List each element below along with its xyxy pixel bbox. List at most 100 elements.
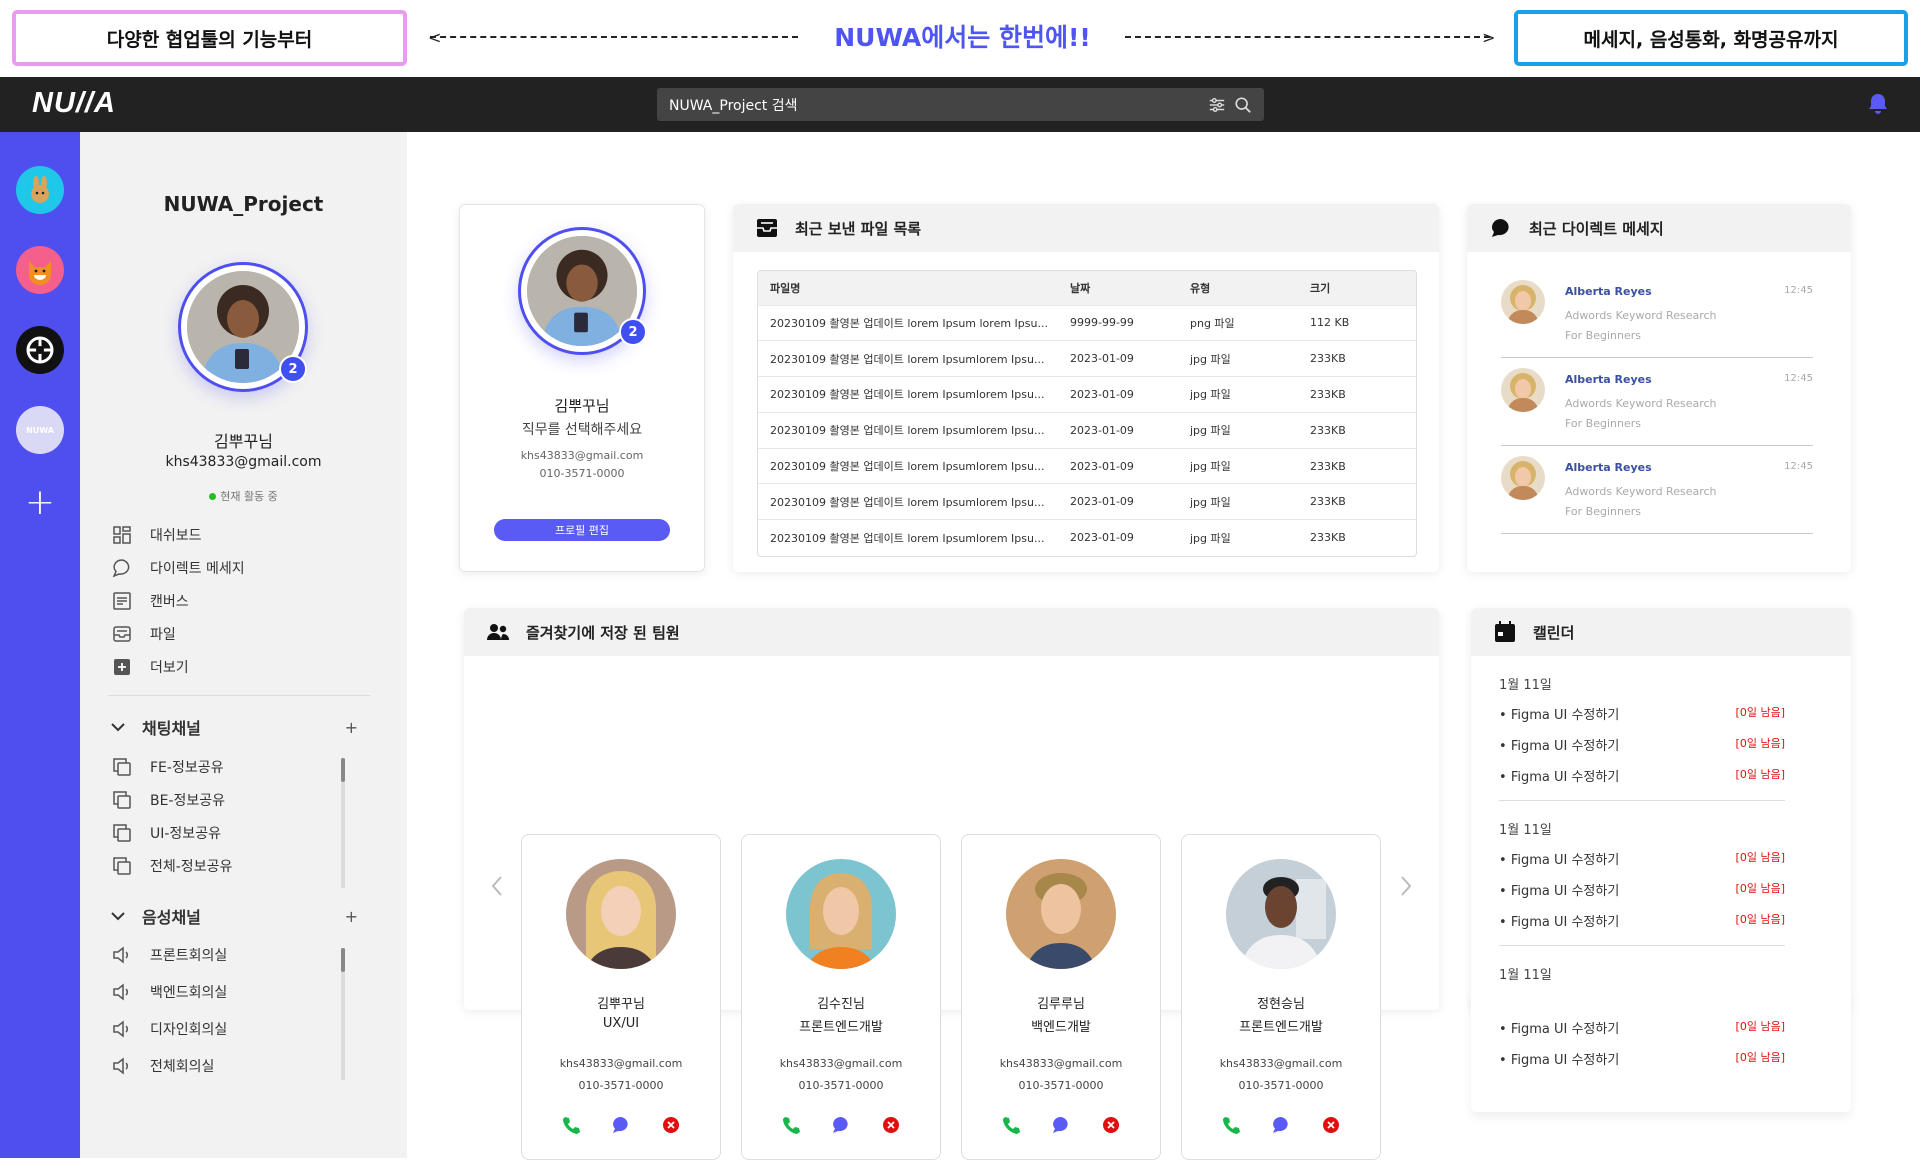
member-name: 김수진님 [817,997,865,1012]
voice-channel-item[interactable]: 백엔드회의실 [112,982,227,1002]
menu-file[interactable]: 파일 [112,624,176,644]
scroll-thumb[interactable] [341,758,345,782]
file-size: 112 KB [1298,304,1416,341]
remove-icon[interactable] [1101,1115,1121,1135]
promo-banner: 다양한 협업툴의 기능부터 < NUWA에서는 한번에!! > 메세지, 음성통… [0,0,1920,77]
scroll-thumb[interactable] [341,948,345,972]
column-header[interactable]: 크기 [1298,271,1416,305]
workspace-dark[interactable] [16,326,64,374]
workspace-shiba[interactable] [16,246,64,294]
app-logo[interactable]: NU//A [32,87,116,120]
workspace-nuwa[interactable]: NUWA [16,406,64,454]
chevron-left-icon[interactable] [490,874,504,898]
divider [108,695,370,696]
bell-icon[interactable] [1866,92,1890,116]
member-portrait [1226,859,1336,969]
phone-icon[interactable] [561,1115,581,1135]
calendar-task[interactable]: • Figma UI 수정하기 [0일 남음] [1499,849,1785,868]
copy-icon [113,857,131,875]
member-card[interactable]: 김뿌꾸님 UX/UI khs43833@gmail.com 010-3571-0… [521,834,721,1160]
column-header[interactable]: 파일명 [758,271,1058,305]
sidebar: NUWA_Project 2 김뿌꾸님 khs43833@gmail.com 현… [80,132,407,1158]
table-row[interactable]: 20230109 촬영본 업데이트 lorem Ipsumlorem Ipsu.… [758,483,1416,520]
channel-label: 백엔드회의실 [150,985,228,1001]
message-icon[interactable] [1051,1115,1071,1135]
calendar-task[interactable]: • Figma UI 수정하기 [0일 남음] [1499,766,1785,785]
member-card[interactable]: 김루루님 백엔드개발 khs43833@gmail.com 010-3571-0… [961,834,1161,1160]
table-row[interactable]: 20230109 촬영본 업데이트 lorem Ipsumlorem Ipsu.… [758,447,1416,484]
edit-profile-button[interactable]: 프로필 편집 [494,519,670,541]
phone-icon[interactable] [781,1115,801,1135]
column-header[interactable]: 날짜 [1058,271,1178,305]
menu-dashboard[interactable]: 대쉬보드 [112,525,202,545]
calendar-task[interactable]: • Figma UI 수정하기 [0일 남음] [1499,1018,1785,1037]
menu-canvas[interactable]: 캔버스 [112,591,189,611]
add-chat-channel-button[interactable]: + [345,718,358,737]
menu-more[interactable]: 더보기 [112,657,189,677]
workspace-bunny[interactable] [16,166,64,214]
message-icon[interactable] [1271,1115,1291,1135]
avatar-ring[interactable]: 2 [518,227,647,355]
table-row[interactable]: 20230109 촬영본 업데이트 lorem Ipsumlorem Ipsu.… [758,411,1416,449]
remove-icon[interactable] [1321,1115,1341,1135]
message-time: 12:45 [1784,285,1813,296]
avatar-ring[interactable]: 2 [178,262,308,392]
message-icon[interactable] [611,1115,631,1135]
table-row[interactable]: 20230109 촬영본 업데이트 lorem Ipsumlorem Ipsu.… [758,340,1416,377]
table-row[interactable]: 20230109 촬영본 업데이트 lorem Ipsum lorem Ipsu… [758,304,1416,341]
plus-square-icon [114,659,130,675]
phone-icon[interactable] [1221,1115,1241,1135]
calendar-task[interactable]: • Figma UI 수정하기 [0일 남음] [1499,704,1785,723]
remove-icon[interactable] [661,1115,681,1135]
channel-item[interactable]: BE-정보공유 [112,790,225,810]
table-row[interactable]: 20230109 촬영본 업데이트 lorem Ipsumlorem Ipsu.… [758,519,1416,556]
calendar-task[interactable]: • Figma UI 수정하기 [0일 남음] [1499,735,1785,754]
dm-item[interactable]: Alberta Reyes 12:45 Adwords Keyword Rese… [1501,270,1813,358]
calendar-task[interactable]: • Figma UI 수정하기 [0일 남음] [1499,911,1785,930]
search-input[interactable]: NUWA_Project 검색 [657,88,1264,121]
channel-item[interactable]: UI-정보공유 [112,823,221,843]
task-label: • Figma UI 수정하기 [1499,708,1620,723]
chevron-right-icon[interactable] [1399,874,1413,898]
member-name: 김뿌꾸님 [597,997,645,1012]
channel-label: 전체-정보공유 [150,859,233,875]
channel-item[interactable]: FE-정보공유 [112,757,223,777]
filter-icon[interactable] [1208,96,1226,114]
add-voice-channel-button[interactable]: + [345,907,358,926]
dm-item[interactable]: Alberta Reyes 12:45 Adwords Keyword Rese… [1501,358,1813,446]
chat-scrollbar[interactable] [341,758,345,888]
file-name: 20230109 촬영본 업데이트 lorem Ipsumlorem Ipsu.… [758,411,1058,449]
user-name: 김뿌꾸님 [214,432,273,451]
remove-icon[interactable] [881,1115,901,1135]
calendar-task[interactable]: • Figma UI 수정하기 [0일 남음] [1499,880,1785,899]
column-header[interactable]: 유형 [1178,271,1298,305]
member-card[interactable]: 김수진님 프론트엔드개발 khs43833@gmail.com 010-3571… [741,834,941,1160]
file-type: jpg 파일 [1178,447,1298,484]
voice-scrollbar[interactable] [341,948,345,1080]
voice-channel-item[interactable]: 디자인회의실 [112,1019,227,1039]
days-left: [0일 남음] [1735,737,1785,750]
days-left: [0일 남음] [1735,913,1785,926]
message-icon[interactable] [831,1115,851,1135]
table-row[interactable]: 20230109 촬영본 업데이트 lorem Ipsumlorem Ipsu.… [758,376,1416,413]
voice-section-header[interactable]: 음성채널 + [108,904,358,928]
member-portrait [566,859,676,969]
menu-direct-message[interactable]: 다이렉트 메세지 [112,558,245,578]
task-label: • Figma UI 수정하기 [1499,1053,1620,1068]
dm-item[interactable]: Alberta Reyes 12:45 Adwords Keyword Rese… [1501,446,1813,534]
member-card[interactable]: 정현승님 프론트엔드개발 khs43833@gmail.com 010-3571… [1181,834,1381,1160]
member-actions [522,1115,720,1135]
phone-icon[interactable] [1001,1115,1021,1135]
channel-item[interactable]: 전체-정보공유 [112,856,232,876]
file-type: jpg 파일 [1178,376,1298,413]
chat-section-header[interactable]: 채팅채널 + [108,715,358,739]
add-workspace-button[interactable]: + [16,478,64,526]
channel-label: 디자인회의실 [150,1022,228,1038]
voice-channel-item[interactable]: 프론트회의실 [112,945,227,965]
sender-photo [1501,280,1545,324]
file-date: 2023-01-09 [1058,376,1178,413]
dashed-line-left [430,36,798,38]
calendar-task[interactable]: • Figma UI 수정하기 [0일 남음] [1499,1049,1785,1068]
search-icon[interactable] [1234,96,1252,114]
voice-channel-item[interactable]: 전체회의실 [112,1056,214,1076]
